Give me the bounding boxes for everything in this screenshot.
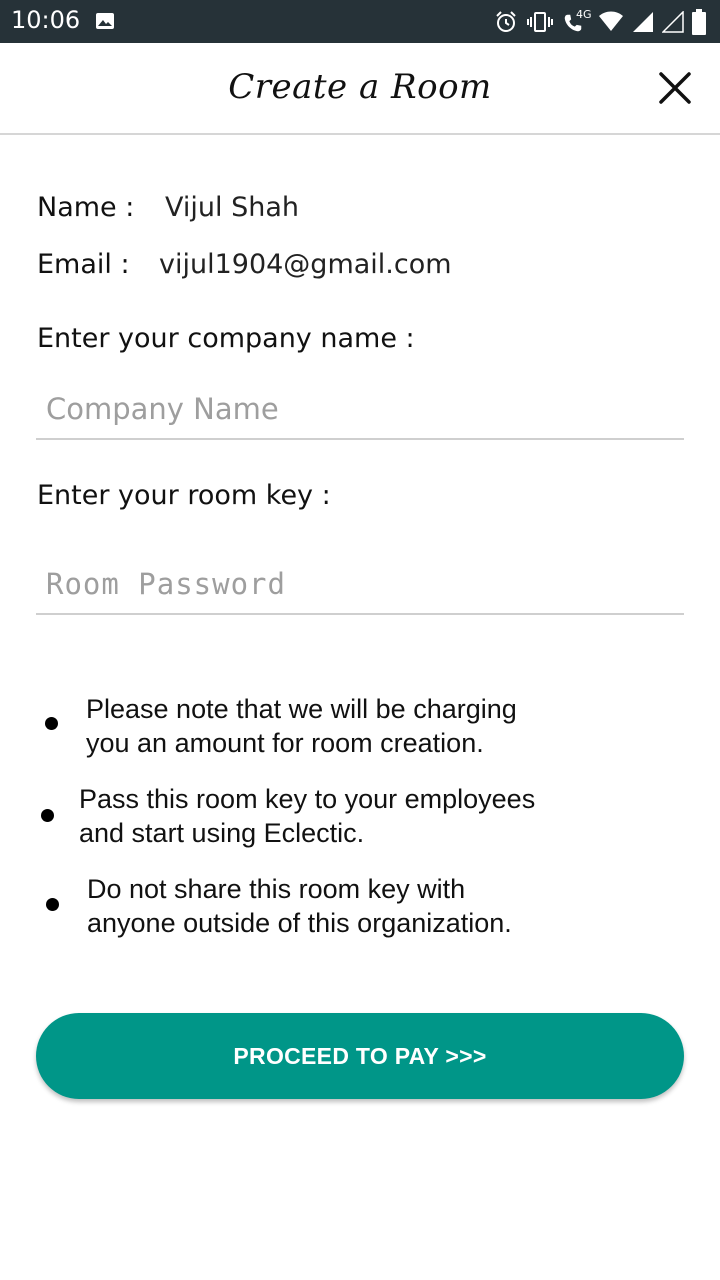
battery-icon <box>692 9 706 35</box>
email-label: Email : <box>37 249 130 280</box>
note-line: and start using Eclectic. <box>79 818 365 848</box>
close-icon[interactable] <box>658 71 692 105</box>
image-icon <box>96 13 114 29</box>
volte-call-icon: 4G <box>562 8 592 34</box>
page-title: Create a Room <box>228 67 492 107</box>
status-time: 10:06 <box>11 6 81 34</box>
room-key-label: Enter your room key : <box>37 480 331 511</box>
bullet-icon <box>46 898 59 911</box>
app-bar: Create a Room <box>0 43 720 135</box>
bullet-icon <box>41 809 54 822</box>
name-value: Vijul Shah <box>165 192 299 223</box>
signal-icon <box>633 12 653 32</box>
note-text: Do not share this room key with anyone o… <box>87 872 647 940</box>
room-password-input[interactable] <box>36 555 684 615</box>
name-row: Name : <box>37 192 134 223</box>
vibrate-icon <box>527 12 553 32</box>
note-line: Please note that we will be charging <box>86 694 517 724</box>
note-text: Pass this room key to your employees and… <box>79 782 639 850</box>
name-label: Name : <box>37 192 135 223</box>
note-line: you an amount for room creation. <box>86 728 484 758</box>
company-name-input[interactable] <box>36 380 684 440</box>
wifi-icon <box>599 11 623 31</box>
note-text: Please note that we will be charging you… <box>86 692 646 760</box>
bullet-icon <box>45 717 58 730</box>
note-line: Do not share this room key with <box>87 874 466 904</box>
status-bar: 10:06 4G <box>0 0 720 43</box>
email-value: vijul1904@gmail.com <box>159 249 452 280</box>
company-label: Enter your company name : <box>37 323 415 354</box>
note-line: anyone outside of this organization. <box>87 908 512 938</box>
signal-empty-icon <box>662 11 684 33</box>
note-line: Pass this room key to your employees <box>79 784 536 814</box>
network-label: 4G <box>576 8 592 21</box>
email-row: Email : <box>37 249 130 280</box>
proceed-to-pay-button[interactable]: PROCEED TO PAY >>> <box>36 1013 684 1099</box>
alarm-icon <box>496 11 516 32</box>
status-icons: 4G <box>494 8 706 36</box>
